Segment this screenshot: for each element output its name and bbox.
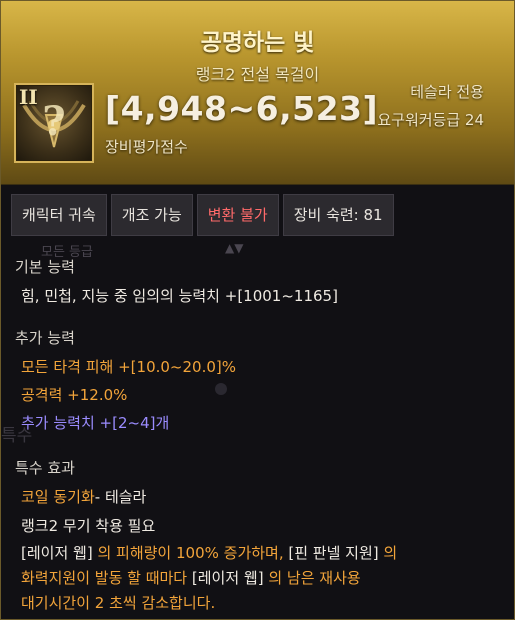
base-stat-line: 힘, 민첩, 지능 중 임의의 능력치 +[1001~1165] [21,287,338,305]
desc-text-5: 대기시간이 2 초씩 감소합니다. [21,594,216,612]
additional-stat-extra-count: 추가 능력치 +[2~4]개 [21,414,170,432]
desc-text-4: 의 남은 재사용 [263,569,361,587]
badge-not-convertible: 변환 불가 [196,194,279,236]
skill-ref-laser-web: [레이저 웹] [21,544,93,562]
additional-stat-all-damage: 모든 타격 피해 +[10.0~20.0]% [21,358,236,376]
special-effect-description: [레이저 웹] 의 피해량이 100% 증가하며, [핀 판넬 지원] 의 화력… [21,541,491,616]
class-requirement: 테슬라 전용 [410,83,484,101]
base-stats-title: 기본 능력 [15,258,75,276]
desc-text-3: 이 발동 할 때마다 [76,569,192,587]
desc-text-2: 의 [378,544,398,562]
level-requirement: 요구워커등급 24 [377,111,484,129]
special-effect-name-line: 코일 동기화- 테슬라 [21,486,146,507]
badge-proficiency: 장비 숙련: 81 [282,194,394,236]
tooltip-header: 공명하는 빛 랭크2 전설 목걸이 ? II [4,948~6,523] 장비평… [1,1,514,185]
background-radio [215,383,227,395]
skill-ref-laser-web-2: [레이저 웹] [191,569,264,587]
special-effect-requirement: 랭크2 무기 착용 필요 [21,517,156,535]
special-effect-class: - 테슬라 [94,488,147,506]
background-sort-arrows: ▲▼ [225,241,244,255]
item-icon-frame: ? II [14,83,94,163]
skill-ref-pin-panel: [핀 판넬 지원] [288,544,379,562]
item-tier-numeral: II [19,85,38,109]
gear-score-range: [4,948~6,523] [105,89,379,128]
gear-score-label: 장비평가점수 [105,138,188,156]
special-effect-name: 코일 동기화 [21,488,95,506]
item-name: 공명하는 빛 [200,30,315,56]
item-property-badges: 캐릭터 귀속 개조 가능 변환 불가 장비 숙련: 81 [11,194,394,236]
fire-support-keyword: 화력지원 [21,569,77,587]
item-tooltip: 공명하는 빛 랭크2 전설 목걸이 ? II [4,948~6,523] 장비평… [0,0,515,620]
desc-text-1: 의 피해량이 100% 증가하며, [92,544,289,562]
badge-character-bound: 캐릭터 귀속 [11,194,107,236]
additional-stat-attack: 공격력 +12.0% [21,386,128,404]
badge-modifiable: 개조 가능 [110,194,193,236]
special-effect-title: 특수 효과 [15,459,75,477]
additional-stats-title: 추가 능력 [15,329,75,347]
svg-text:?: ? [42,98,65,145]
